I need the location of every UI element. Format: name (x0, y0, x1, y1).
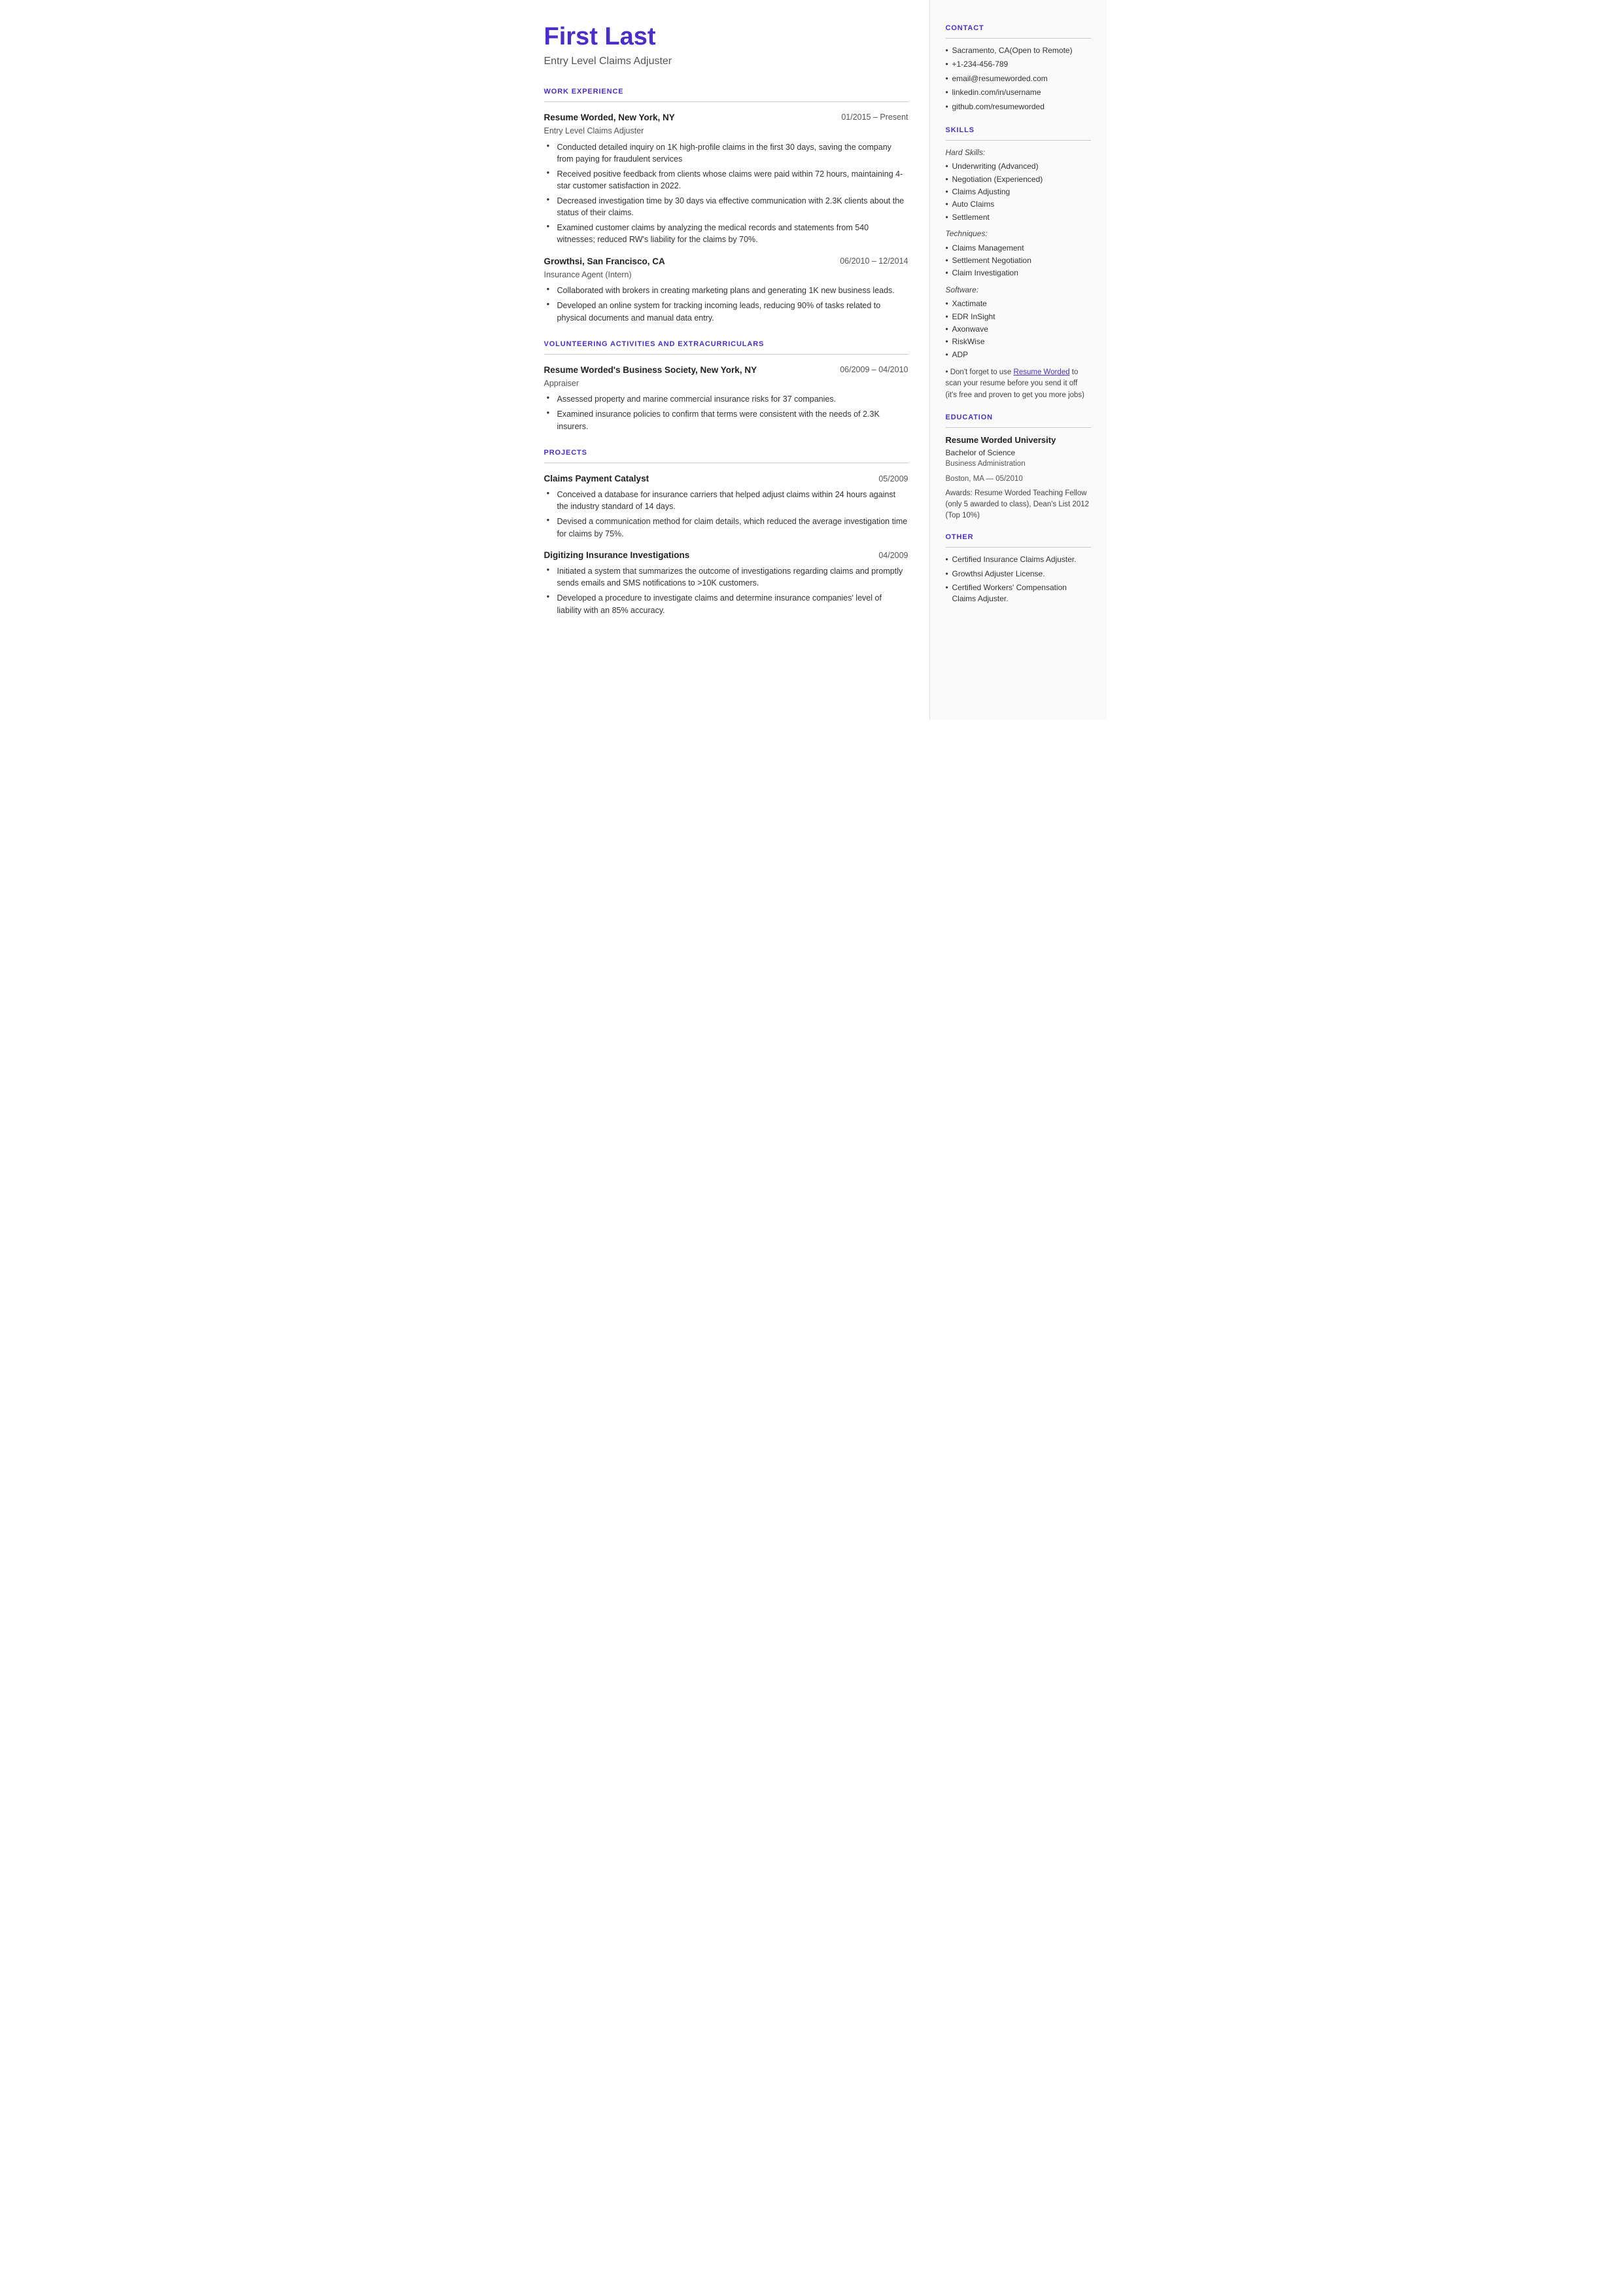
skill-item: EDR InSight (946, 311, 1091, 323)
bullet-item: Received positive feedback from clients … (547, 168, 908, 192)
bullet-item: Examined customer claims by analyzing th… (547, 222, 908, 245)
skill-item: RiskWise (946, 336, 1091, 347)
contact-item: github.com/resumeworded (946, 101, 1091, 113)
education-title: EDUCATION (946, 413, 1091, 423)
work-experience-divider (544, 101, 908, 102)
other-title: OTHER (946, 533, 1091, 543)
software-label: Software: (946, 285, 1091, 296)
project-2: Digitizing Insurance Investigations 04/2… (544, 549, 908, 616)
job-1-role: Entry Level Claims Adjuster (544, 125, 908, 137)
skill-item: Claims Management (946, 243, 1091, 254)
bullet-item: Developed an online system for tracking … (547, 300, 908, 323)
hard-skills-list: Underwriting (Advanced) Negotiation (Exp… (946, 161, 1091, 223)
job-2-company: Growthsi, San Francisco, CA (544, 255, 665, 268)
skill-item: Claim Investigation (946, 268, 1091, 279)
bullet-item: Decreased investigation time by 30 days … (547, 195, 908, 219)
edu-awards: Awards: Resume Worded Teaching Fellow (o… (946, 488, 1091, 521)
title: Entry Level Claims Adjuster (544, 54, 908, 69)
project-2-header: Digitizing Insurance Investigations 04/2… (544, 549, 908, 562)
skill-item: Negotiation (Experienced) (946, 174, 1091, 185)
hard-skills-label: Hard Skills: (946, 147, 1091, 158)
volunteering-title: VOLUNTEERING ACTIVITIES AND EXTRACURRICU… (544, 340, 908, 350)
skill-item: Settlement Negotiation (946, 255, 1091, 266)
other-section: OTHER Certified Insurance Claims Adjuste… (946, 533, 1091, 605)
edu-location-date: Boston, MA — 05/2010 (946, 474, 1091, 485)
other-item: Certified Insurance Claims Adjuster. (946, 554, 1091, 565)
other-divider (946, 547, 1091, 548)
edu-school: Resume Worded University (946, 434, 1091, 447)
skill-item: Underwriting (Advanced) (946, 161, 1091, 172)
job-2-header: Growthsi, San Francisco, CA 06/2010 – 12… (544, 255, 908, 268)
skill-item: Xactimate (946, 298, 1091, 309)
contact-list: Sacramento, CA(Open to Remote) +1-234-45… (946, 45, 1091, 113)
volunteer-1-header: Resume Worded's Business Society, New Yo… (544, 364, 908, 377)
skill-item: ADP (946, 349, 1091, 360)
name: First Last (544, 24, 908, 51)
job-1-bullets: Conducted detailed inquiry on 1K high-pr… (544, 141, 908, 246)
contact-item: email@resumeworded.com (946, 73, 1091, 84)
skill-item: Claims Adjusting (946, 186, 1091, 198)
project-1: Claims Payment Catalyst 05/2009 Conceive… (544, 472, 908, 540)
project-1-header: Claims Payment Catalyst 05/2009 (544, 472, 908, 485)
education-divider (946, 427, 1091, 428)
contact-item: +1-234-456-789 (946, 59, 1091, 70)
skill-item: Axonwave (946, 324, 1091, 335)
volunteering-divider (544, 354, 908, 355)
project-1-title: Claims Payment Catalyst (544, 472, 649, 485)
skills-section: SKILLS Hard Skills: Underwriting (Advanc… (946, 126, 1091, 401)
other-item: Growthsi Adjuster License. (946, 569, 1091, 580)
job-2-bullets: Collaborated with brokers in creating ma… (544, 285, 908, 323)
project-1-bullets: Conceived a database for insurance carri… (544, 489, 908, 540)
techniques-label: Techniques: (946, 228, 1091, 239)
bullet-item: Initiated a system that summarizes the o… (547, 565, 908, 589)
job-1-company: Resume Worded, New York, NY (544, 111, 675, 124)
volunteer-1-role: Appraiser (544, 377, 908, 389)
job-2-role: Insurance Agent (Intern) (544, 269, 908, 281)
volunteer-1: Resume Worded's Business Society, New Yo… (544, 364, 908, 432)
education-section: EDUCATION Resume Worded University Bache… (946, 413, 1091, 521)
other-item: Certified Workers' Compensation Claims A… (946, 582, 1091, 605)
volunteer-1-company: Resume Worded's Business Society, New Yo… (544, 364, 757, 377)
skill-item: Auto Claims (946, 199, 1091, 210)
project-2-date: 04/2009 (878, 550, 908, 561)
bullet-item: Assessed property and marine commercial … (547, 393, 908, 405)
volunteer-1-dates: 06/2009 – 04/2010 (840, 364, 908, 376)
projects-title: PROJECTS (544, 448, 908, 459)
bullet-item: Conceived a database for insurance carri… (547, 489, 908, 512)
work-experience-title: WORK EXPERIENCE (544, 87, 908, 97)
bullet-item: Examined insurance policies to confirm t… (547, 408, 908, 432)
job-1-dates: 01/2015 – Present (841, 111, 908, 123)
promo-before: • Don't forget to use (946, 368, 1014, 376)
resume-page: First Last Entry Level Claims Adjuster W… (518, 0, 1107, 720)
promo-text: • Don't forget to use Resume Worded to s… (946, 367, 1091, 401)
skill-item: Settlement (946, 212, 1091, 223)
contact-title: CONTACT (946, 24, 1091, 34)
bullet-item: Devised a communication method for claim… (547, 516, 908, 539)
skills-divider (946, 140, 1091, 141)
edu-field: Business Administration (946, 459, 1091, 470)
contact-item: linkedin.com/in/username (946, 87, 1091, 98)
volunteer-1-bullets: Assessed property and marine commercial … (544, 393, 908, 432)
left-column: First Last Entry Level Claims Adjuster W… (518, 0, 930, 720)
skills-title: SKILLS (946, 126, 1091, 136)
right-column: CONTACT Sacramento, CA(Open to Remote) +… (930, 0, 1107, 720)
bullet-item: Collaborated with brokers in creating ma… (547, 285, 908, 296)
contact-item: Sacramento, CA(Open to Remote) (946, 45, 1091, 56)
bullet-item: Developed a procedure to investigate cla… (547, 592, 908, 616)
software-list: Xactimate EDR InSight Axonwave RiskWise … (946, 298, 1091, 360)
contact-section: CONTACT Sacramento, CA(Open to Remote) +… (946, 24, 1091, 113)
project-2-title: Digitizing Insurance Investigations (544, 549, 690, 562)
edu-degree: Bachelor of Science (946, 447, 1091, 459)
promo-link[interactable]: Resume Worded (1014, 368, 1070, 376)
job-2: Growthsi, San Francisco, CA 06/2010 – 12… (544, 255, 908, 324)
job-1: Resume Worded, New York, NY 01/2015 – Pr… (544, 111, 908, 246)
project-2-bullets: Initiated a system that summarizes the o… (544, 565, 908, 616)
project-1-date: 05/2009 (878, 473, 908, 485)
contact-divider (946, 38, 1091, 39)
bullet-item: Conducted detailed inquiry on 1K high-pr… (547, 141, 908, 165)
job-1-header: Resume Worded, New York, NY 01/2015 – Pr… (544, 111, 908, 124)
job-2-dates: 06/2010 – 12/2014 (840, 255, 908, 267)
other-list: Certified Insurance Claims Adjuster. Gro… (946, 554, 1091, 605)
techniques-list: Claims Management Settlement Negotiation… (946, 243, 1091, 279)
